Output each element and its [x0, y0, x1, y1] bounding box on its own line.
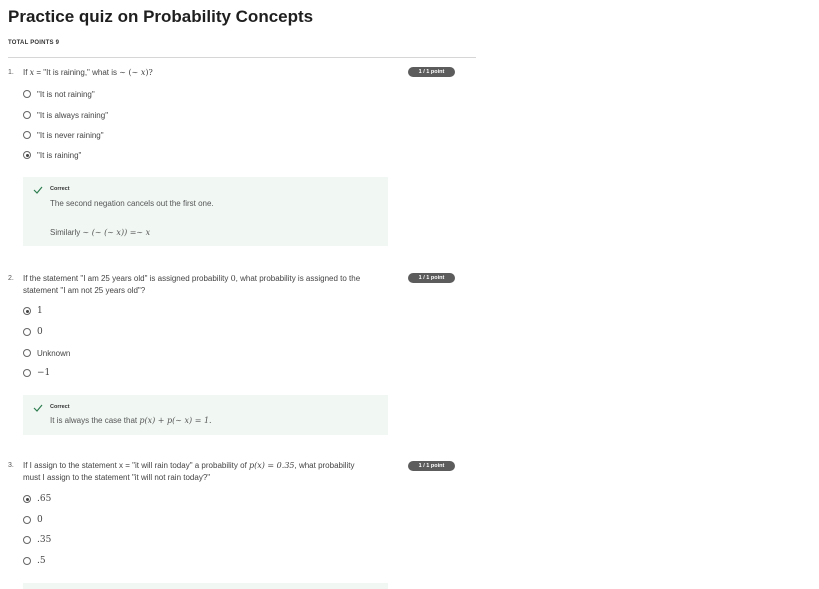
- answer-option[interactable]: 0: [23, 326, 43, 338]
- feedback-text: Similarly ∼ (∼ (∼ x)) =∼ x: [50, 228, 151, 237]
- feedback-text: It is always the case that p(x) + p(∼ x)…: [50, 416, 212, 425]
- radio-button-selected[interactable]: [23, 151, 31, 159]
- answer-option[interactable]: "It is not raining": [23, 88, 95, 100]
- answer-option[interactable]: .35: [23, 534, 51, 546]
- feedback-box: Correct It is always the case that p(x) …: [23, 395, 388, 435]
- check-icon: [33, 186, 43, 194]
- answer-option-selected[interactable]: "It is raining": [23, 149, 81, 161]
- answer-option[interactable]: −1: [23, 367, 50, 379]
- radio-button[interactable]: [23, 557, 31, 565]
- points-badge: 1 / 1 point: [408, 461, 455, 471]
- radio-button[interactable]: [23, 131, 31, 139]
- feedback-status: Correct: [50, 186, 70, 192]
- question-number: 3.: [8, 462, 14, 469]
- question-text: If the statement "I am 25 years old" is …: [23, 274, 361, 295]
- radio-button[interactable]: [23, 349, 31, 357]
- question-number: 2.: [8, 275, 14, 282]
- points-badge: 1 / 1 point: [408, 273, 455, 283]
- answer-option[interactable]: 0: [23, 514, 43, 526]
- points-badge: 1 / 1 point: [408, 67, 455, 77]
- radio-button[interactable]: [23, 328, 31, 336]
- total-points: TOTAL POINTS 9: [8, 40, 60, 46]
- answer-option[interactable]: "It is always raining": [23, 109, 108, 121]
- feedback-status: Correct: [50, 404, 70, 410]
- answer-option-selected[interactable]: .65: [23, 493, 51, 505]
- question-text: If x = "It is raining," what is ∼ (∼ x)?: [23, 68, 153, 77]
- divider: [8, 57, 476, 58]
- check-icon: [33, 404, 43, 412]
- answer-option[interactable]: .5: [23, 555, 46, 567]
- radio-button-selected[interactable]: [23, 495, 31, 503]
- feedback-text: The second negation cancels out the firs…: [50, 199, 214, 208]
- page-title: Practice quiz on Probability Concepts: [8, 7, 314, 26]
- radio-button[interactable]: [23, 516, 31, 524]
- feedback-box: [23, 583, 388, 589]
- feedback-box: Correct The second negation cancels out …: [23, 177, 388, 246]
- answer-option-selected[interactable]: 1: [23, 305, 43, 317]
- radio-button[interactable]: [23, 90, 31, 98]
- answer-option[interactable]: "It is never raining": [23, 129, 104, 141]
- radio-button[interactable]: [23, 369, 31, 377]
- radio-button-selected[interactable]: [23, 307, 31, 315]
- radio-button[interactable]: [23, 536, 31, 544]
- radio-button[interactable]: [23, 111, 31, 119]
- question-number: 1.: [8, 69, 14, 76]
- question-text: If I assign to the statement x = "it wil…: [23, 461, 355, 482]
- answer-option[interactable]: Unknown: [23, 347, 70, 359]
